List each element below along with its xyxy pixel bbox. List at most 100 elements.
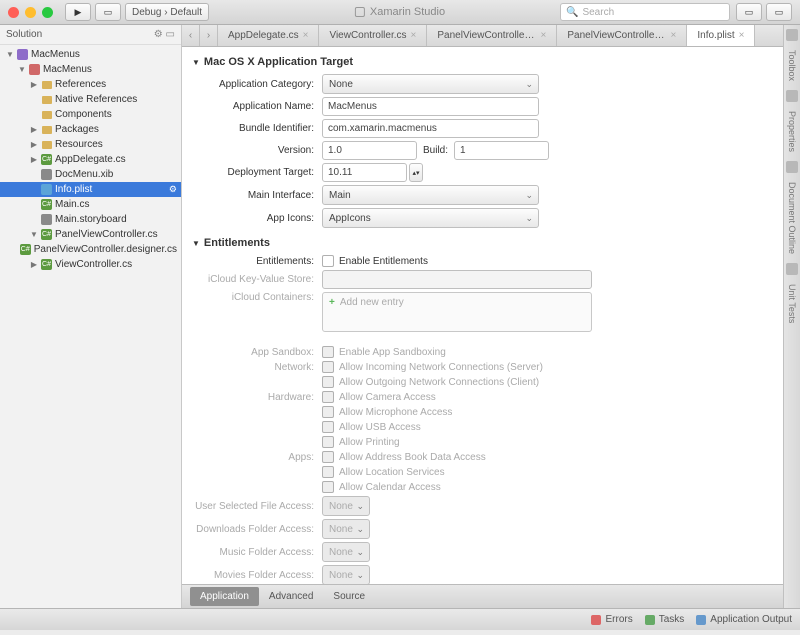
label-network: Network:: [192, 362, 322, 373]
close-icon[interactable]: ×: [739, 30, 745, 41]
folder-icon: [41, 79, 52, 90]
check-net-in: Allow Incoming Network Connections (Serv…: [322, 361, 543, 373]
toolbar-button-b[interactable]: ▭: [766, 3, 792, 21]
xib-icon: [41, 169, 52, 180]
editor-tab[interactable]: PanelViewController.designer...×: [557, 25, 687, 46]
maximize-window-button[interactable]: [42, 7, 53, 18]
tab-label: AppDelegate.cs: [228, 30, 299, 41]
bottom-tab-source[interactable]: Source: [323, 587, 375, 606]
toolbar-button-a[interactable]: ▭: [736, 3, 762, 21]
properties-icon[interactable]: [786, 90, 798, 102]
tree-item[interactable]: ▶C#AppDelegate.cs: [0, 152, 181, 167]
minimize-window-button[interactable]: [25, 7, 36, 18]
disclosure-icon: ▼: [6, 50, 14, 59]
editor-tab[interactable]: AppDelegate.cs ×: [218, 25, 319, 46]
tree-item[interactable]: ▼MacMenus: [0, 47, 181, 62]
input-app-name[interactable]: [322, 97, 539, 116]
check-enable-entitlements[interactable]: Enable Entitlements: [322, 255, 428, 267]
status-tasks[interactable]: Tasks: [645, 614, 685, 625]
editor-tab[interactable]: PanelViewController.cs ×: [427, 25, 557, 46]
input-bundle-id[interactable]: [322, 119, 539, 138]
folder-icon: [41, 124, 52, 135]
label-version: Version:: [192, 145, 322, 156]
input-version[interactable]: [322, 141, 417, 160]
close-icon[interactable]: ×: [411, 30, 417, 41]
sidebar-header: Solution ⚙ ▭: [0, 25, 181, 45]
tree-item[interactable]: ▶References: [0, 77, 181, 92]
csharp-icon: C#: [20, 244, 31, 255]
input-build[interactable]: [454, 141, 549, 160]
tree-item-label: Components: [55, 109, 112, 120]
rail-tests[interactable]: Unit Tests: [786, 278, 798, 329]
rail-outline[interactable]: Document Outline: [786, 176, 798, 260]
tree-item[interactable]: ▶Packages: [0, 122, 181, 137]
solution-tree[interactable]: ▼MacMenus▼MacMenus▶ReferencesNative Refe…: [0, 45, 181, 608]
label-build: Build:: [417, 145, 454, 156]
editor-bottom-tabs: ApplicationAdvancedSource: [182, 584, 783, 608]
add-icon[interactable]: +: [329, 297, 335, 308]
tab-nav-back[interactable]: ‹: [182, 25, 200, 46]
sidebar-options-icon[interactable]: ⚙ ▭: [154, 29, 175, 40]
run-button[interactable]: ▶: [65, 3, 91, 21]
toolbox-icon[interactable]: [786, 29, 798, 41]
tree-item[interactable]: ▶Resources: [0, 137, 181, 152]
tree-item[interactable]: C#PanelViewController.designer.cs: [0, 242, 181, 257]
label-icloud-containers: iCloud Containers:: [192, 292, 322, 303]
window-controls: [8, 7, 53, 18]
tab-label: Info.plist: [697, 30, 734, 41]
section-entitlements[interactable]: ▼Entitlements: [192, 234, 773, 252]
tree-item[interactable]: Components: [0, 107, 181, 122]
target-device-button[interactable]: ▭: [95, 3, 121, 21]
disclosure-icon: ▼: [30, 230, 38, 239]
rail-properties[interactable]: Properties: [786, 105, 798, 158]
bottom-tab-advanced[interactable]: Advanced: [259, 587, 323, 606]
plist-editor: ▼Mac OS X Application Target Application…: [182, 47, 783, 584]
disclosure-icon: ▶: [30, 125, 38, 134]
tree-item-label: Main.storyboard: [55, 214, 127, 225]
bottom-tab-application[interactable]: Application: [190, 587, 259, 606]
label-app-name: Application Name:: [192, 101, 322, 112]
tree-item-label: PanelViewController.cs: [55, 229, 158, 240]
gear-icon[interactable]: ⚙: [169, 184, 177, 195]
tree-item[interactable]: ▼MacMenus: [0, 62, 181, 77]
tree-item[interactable]: Main.storyboard: [0, 212, 181, 227]
rail-toolbox[interactable]: Toolbox: [786, 44, 798, 87]
folder-icon: [41, 94, 52, 105]
select-main-interface[interactable]: Main: [322, 185, 539, 205]
tree-item[interactable]: ▼C#PanelViewController.cs: [0, 227, 181, 242]
select-app-icons[interactable]: AppIcons: [322, 208, 539, 228]
search-input[interactable]: 🔍 Search: [560, 3, 730, 21]
tab-label: PanelViewController.cs: [437, 30, 536, 41]
tree-item[interactable]: Native References: [0, 92, 181, 107]
close-window-button[interactable]: [8, 7, 19, 18]
deploy-target-stepper[interactable]: ▴▾: [409, 163, 423, 182]
close-icon[interactable]: ×: [541, 30, 547, 41]
check-mic: Allow Microphone Access: [322, 406, 452, 418]
editor-tab[interactable]: ViewController.cs×: [319, 25, 427, 46]
check-calendar: Allow Calendar Access: [322, 481, 441, 493]
close-icon[interactable]: ×: [671, 30, 677, 41]
tree-item-label: MacMenus: [43, 64, 92, 75]
tests-icon[interactable]: [786, 263, 798, 275]
editor-tab[interactable]: Info.plist ×: [687, 25, 755, 46]
status-output[interactable]: Application Output: [696, 614, 792, 625]
check-sandbox: Enable App Sandboxing: [322, 346, 446, 358]
check-location: Allow Location Services: [322, 466, 445, 478]
tab-bar: ‹ › AppDelegate.cs×ViewController.cs×Pan…: [182, 25, 783, 47]
select-app-category[interactable]: None: [322, 74, 539, 94]
section-app-target[interactable]: ▼Mac OS X Application Target: [192, 53, 773, 71]
tab-nav-forward[interactable]: ›: [200, 25, 218, 46]
config-dropdown[interactable]: Debug › Default: [125, 3, 209, 21]
status-errors[interactable]: Errors: [591, 614, 632, 625]
tree-item[interactable]: C#Main.cs: [0, 197, 181, 212]
tree-item-label: PanelViewController.designer.cs: [34, 244, 177, 255]
close-icon[interactable]: ×: [303, 30, 309, 41]
tree-item[interactable]: ▶C#ViewController.cs: [0, 257, 181, 272]
editor-area: ‹ › AppDelegate.cs×ViewController.cs×Pan…: [182, 25, 783, 608]
outline-icon[interactable]: [786, 161, 798, 173]
input-deploy-target[interactable]: [322, 163, 407, 182]
folder-icon: [41, 109, 52, 120]
tree-item[interactable]: DocMenu.xib: [0, 167, 181, 182]
tree-item[interactable]: Info.plist⚙: [0, 182, 181, 197]
disclosure-icon: ▶: [30, 260, 38, 269]
